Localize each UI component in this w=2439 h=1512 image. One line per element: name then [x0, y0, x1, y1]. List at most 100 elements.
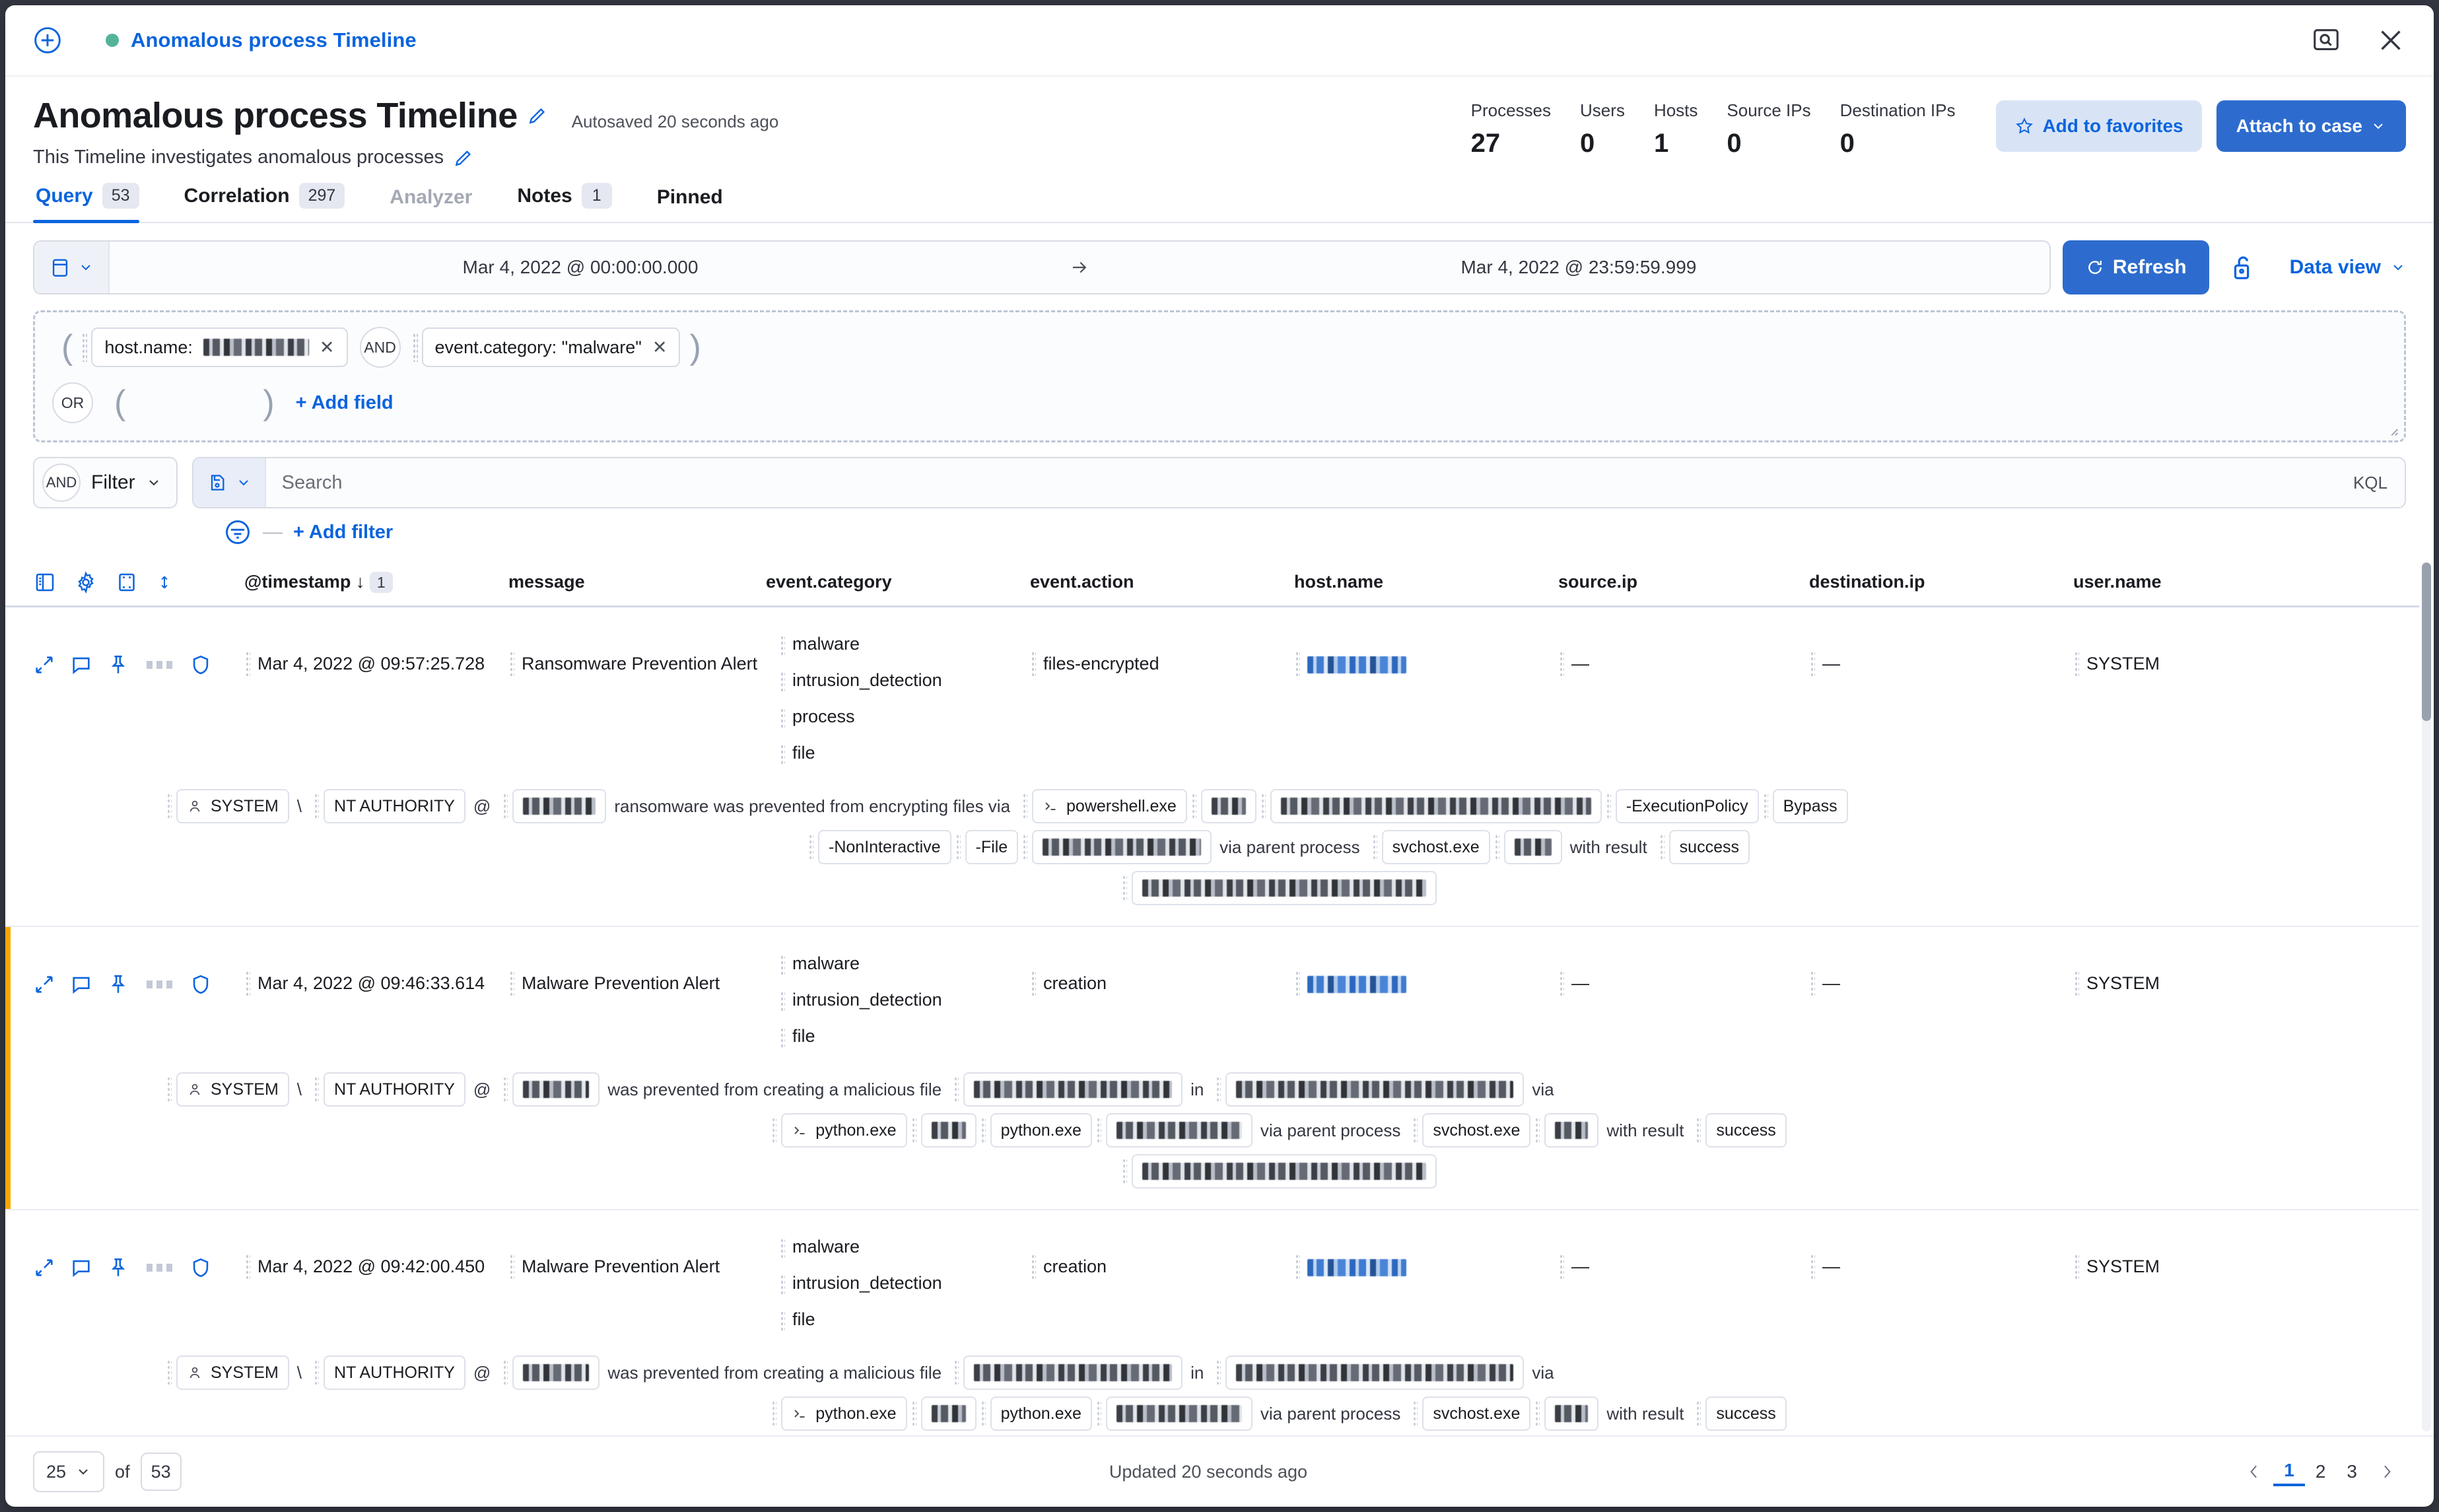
data-view-selector[interactable]: Data view: [2258, 256, 2406, 279]
filter-operator-select[interactable]: AND Filter: [33, 457, 178, 508]
filter-icon[interactable]: [223, 518, 252, 547]
drag-handle[interactable]: [412, 333, 418, 362]
add-note-icon[interactable]: [70, 654, 92, 676]
more-actions-icon[interactable]: [144, 1264, 175, 1272]
add-to-favorites-button[interactable]: Add to favorites: [1996, 100, 2202, 152]
detail-value-pill[interactable]: python.exe: [781, 1396, 907, 1431]
detail-value-pill[interactable]: [1503, 830, 1562, 864]
query-field-event-category[interactable]: event.category: "malware" ✕: [421, 327, 681, 367]
detail-value-pill[interactable]: python.exe: [990, 1396, 1092, 1431]
detail-value-pill[interactable]: [512, 1072, 600, 1107]
drag-handle[interactable]: [1763, 793, 1768, 819]
column-header-destination-ip[interactable]: destination.ip: [1809, 572, 2073, 592]
column-header-source-ip[interactable]: source.ip: [1558, 572, 1809, 592]
column-header-user-name[interactable]: user.name: [2073, 572, 2271, 592]
drag-handle[interactable]: [1696, 1117, 1701, 1144]
drag-handle[interactable]: [314, 1359, 320, 1386]
columns-icon[interactable]: [33, 570, 57, 594]
drag-handle[interactable]: [167, 1359, 172, 1386]
detail-value-pill[interactable]: [1131, 1154, 1437, 1188]
detail-value-pill[interactable]: [512, 789, 607, 823]
drag-handle[interactable]: [1413, 1400, 1418, 1427]
pin-event-icon[interactable]: [107, 973, 129, 996]
settings-gear-icon[interactable]: [74, 570, 98, 594]
drag-handle[interactable]: [1260, 793, 1266, 819]
detail-value-pill[interactable]: NT AUTHORITY: [324, 1356, 465, 1390]
drag-handle[interactable]: [954, 1076, 959, 1103]
close-icon[interactable]: [2376, 25, 2406, 55]
detail-value-pill[interactable]: success: [1705, 1396, 1787, 1431]
detail-value-pill[interactable]: [963, 1072, 1183, 1107]
scrollbar-thumb[interactable]: [2422, 563, 2431, 721]
expand-event-icon[interactable]: [33, 1256, 55, 1279]
detail-value-pill[interactable]: [920, 1113, 977, 1148]
more-actions-icon[interactable]: [144, 980, 175, 988]
drag-handle[interactable]: [1696, 1400, 1701, 1427]
drag-handle[interactable]: [1535, 1117, 1540, 1144]
drag-handle[interactable]: [1096, 1400, 1101, 1427]
column-header-timestamp[interactable]: @timestamp ↓ 1: [244, 572, 508, 593]
drag-handle[interactable]: [1023, 834, 1028, 860]
more-actions-icon[interactable]: [144, 661, 175, 669]
sort-icon[interactable]: [156, 572, 173, 593]
drag-handle[interactable]: [1216, 1359, 1221, 1386]
fullscreen-icon[interactable]: [115, 570, 139, 594]
query-language-label[interactable]: KQL: [2336, 458, 2405, 507]
column-header-message[interactable]: message: [508, 572, 766, 592]
rows-per-page-select[interactable]: 25: [33, 1451, 105, 1492]
drag-handle[interactable]: [314, 793, 320, 819]
detail-value-pill[interactable]: Bypass: [1772, 789, 1848, 823]
drag-handle[interactable]: [167, 793, 172, 819]
drag-handle[interactable]: [1191, 793, 1196, 819]
detail-value-pill[interactable]: SYSTEM: [176, 789, 289, 823]
detail-value-pill[interactable]: [1544, 1396, 1599, 1431]
drag-handle[interactable]: [1122, 875, 1127, 901]
remove-field-icon[interactable]: ✕: [652, 337, 668, 358]
detail-value-pill[interactable]: python.exe: [990, 1113, 1092, 1148]
drag-handle[interactable]: [167, 1076, 172, 1103]
page-1-button[interactable]: 1: [2273, 1457, 2305, 1486]
drag-handle[interactable]: [980, 1117, 986, 1144]
query-field-host-name[interactable]: host.name: ✕: [91, 327, 348, 367]
end-date-field[interactable]: Mar 4, 2022 @ 23:59:59.999: [1108, 242, 2049, 293]
detail-value-pill[interactable]: [963, 1356, 1183, 1390]
drag-handle[interactable]: [314, 1076, 320, 1103]
detail-value-pill[interactable]: [1032, 830, 1212, 864]
date-quick-menu-button[interactable]: [34, 242, 110, 293]
detail-value-pill[interactable]: [1105, 1113, 1253, 1148]
search-input[interactable]: [265, 458, 2336, 507]
drag-handle[interactable]: [809, 834, 814, 860]
drag-handle[interactable]: [772, 1117, 777, 1144]
drag-handle[interactable]: [772, 1400, 777, 1427]
query-operator-and[interactable]: AND: [359, 327, 401, 368]
tab-correlation[interactable]: Correlation 297: [182, 183, 362, 222]
detail-value-pill[interactable]: svchost.exe: [1422, 1113, 1531, 1148]
detail-value-pill[interactable]: [512, 1356, 600, 1390]
detail-value-pill[interactable]: success: [1705, 1113, 1787, 1148]
drag-handle[interactable]: [1606, 793, 1611, 819]
table-row[interactable]: Mar 4, 2022 @ 09:57:25.728 Ransomware Pre…: [5, 607, 2419, 927]
add-note-icon[interactable]: [70, 1256, 92, 1279]
detail-value-pill[interactable]: -File: [965, 830, 1019, 864]
drag-handle[interactable]: [1535, 1400, 1540, 1427]
add-filter-link[interactable]: + Add filter: [293, 522, 393, 543]
drag-handle[interactable]: [503, 1359, 508, 1386]
table-row[interactable]: Mar 4, 2022 @ 09:46:33.614 Malware Preven…: [5, 927, 2419, 1210]
detail-value-pill[interactable]: [1200, 789, 1256, 823]
tab-pinned[interactable]: Pinned: [654, 186, 740, 222]
detail-value-pill[interactable]: [1270, 789, 1602, 823]
edit-title-pencil-icon[interactable]: [527, 105, 548, 126]
column-header-event-category[interactable]: event.category: [766, 572, 1030, 592]
add-note-icon[interactable]: [70, 973, 92, 996]
pin-event-icon[interactable]: [107, 1256, 129, 1279]
investigate-shield-icon[interactable]: [189, 1256, 212, 1279]
page-3-button[interactable]: 3: [2336, 1459, 2368, 1485]
drag-handle[interactable]: [1372, 834, 1377, 860]
tab-query[interactable]: Query 53: [33, 183, 156, 223]
detail-value-pill[interactable]: -ExecutionPolicy: [1615, 789, 1759, 823]
detail-value-pill[interactable]: NT AUTHORITY: [324, 789, 465, 823]
query-operator-or[interactable]: OR: [52, 382, 93, 423]
drag-handle[interactable]: [503, 793, 508, 819]
investigate-shield-icon[interactable]: [189, 654, 212, 676]
detail-value-pill[interactable]: [1131, 871, 1437, 905]
